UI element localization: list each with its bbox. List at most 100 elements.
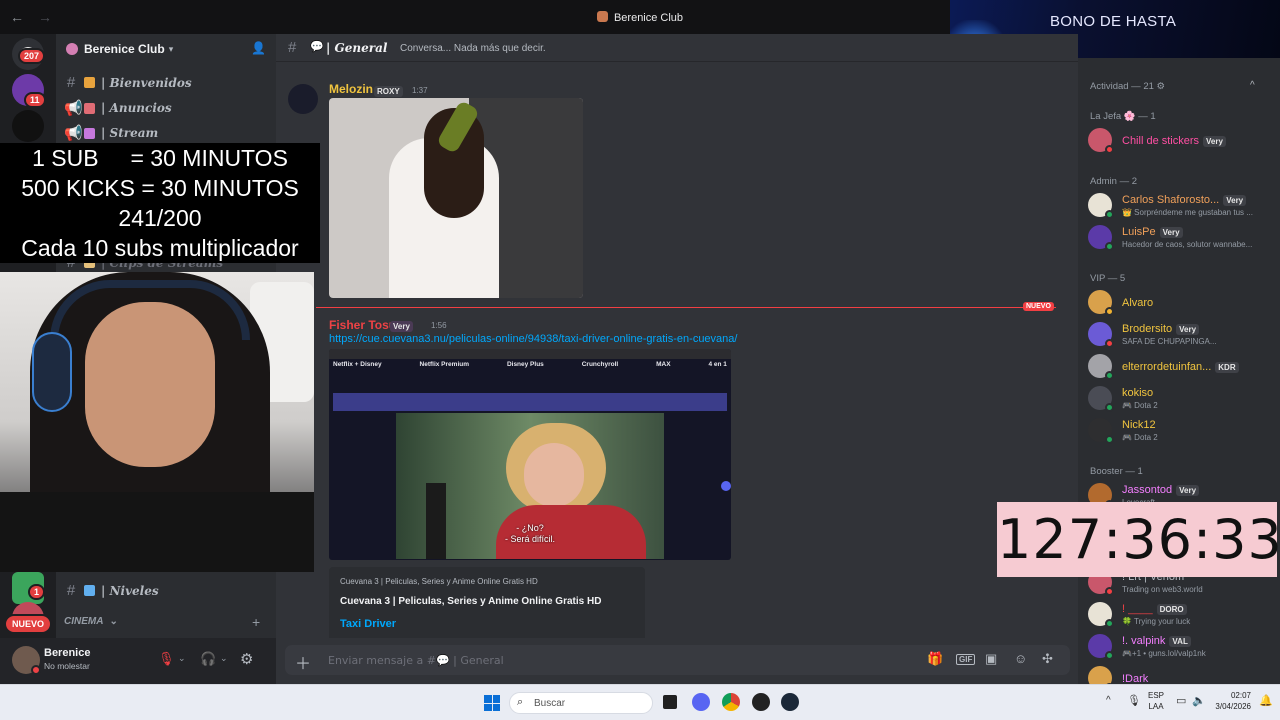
add-channel-icon[interactable]: + bbox=[252, 614, 260, 630]
category-cinema[interactable]: CINEMA ⌄ bbox=[64, 616, 118, 627]
gif-icon[interactable]: GIF bbox=[956, 654, 976, 665]
dnd-status-icon bbox=[31, 665, 41, 675]
video-tab: MAX bbox=[656, 361, 671, 368]
status-dot-icon bbox=[1105, 210, 1114, 219]
windows-start-icon[interactable] bbox=[484, 695, 500, 711]
clock[interactable]: 02:07 3/04/2026 bbox=[1213, 690, 1251, 712]
tray-chevron-icon[interactable]: ^ bbox=[1106, 695, 1111, 706]
channel-item[interactable]: # | Niveles bbox=[64, 582, 159, 599]
server-avatar-2[interactable] bbox=[12, 110, 44, 142]
channel-item[interactable]: # | Bienvenidos bbox=[64, 74, 192, 91]
add-member-icon[interactable]: 👤 bbox=[251, 41, 266, 55]
add-attachment-icon[interactable]: ＋ bbox=[295, 650, 311, 674]
obs-app-icon[interactable] bbox=[752, 693, 770, 711]
subtitle-line-2: - Será difícil. bbox=[504, 534, 555, 544]
member-item[interactable]: Alvaro bbox=[1088, 288, 1278, 318]
hash-icon: # bbox=[66, 74, 76, 91]
movie-frame: - ¿No? - Será difícil. bbox=[396, 413, 664, 559]
steam-app-icon[interactable] bbox=[781, 693, 799, 711]
link-preview-image[interactable]: Netflix + Disney Netflix Premium Disney Pl… bbox=[329, 349, 731, 560]
member-item[interactable]: LuisPe Very Hacedor de caos, solutor wanna… bbox=[1088, 223, 1278, 253]
embed-link[interactable]: Taxi Driver bbox=[340, 618, 396, 630]
scroll-indicator-icon bbox=[721, 481, 731, 491]
member-item[interactable]: Brodersito Very SAFA DE CHUPAPINGA... bbox=[1088, 320, 1278, 350]
message-input[interactable]: ＋ Enviar mensaje a #💬 | General 🎁 GIF ▣ … bbox=[285, 645, 1070, 675]
role-tag: ROXY bbox=[374, 83, 403, 97]
message-author[interactable]: Fisher Tosu bbox=[329, 318, 396, 332]
deafen-icon[interactable]: 🎧 bbox=[200, 651, 216, 667]
message-link[interactable]: https://cue.cuevana3.nu/peliculas-online… bbox=[329, 333, 737, 345]
member-activity: 🎮 Dota 2 bbox=[1122, 401, 1158, 410]
chevron-down-icon[interactable]: ⌄ bbox=[220, 653, 228, 664]
member-category: VIP — 5 bbox=[1090, 273, 1126, 284]
link-embed: Cuevana 3 | Peliculas, Series y Anime On… bbox=[329, 567, 645, 638]
taskbar-search[interactable]: ⌕ Buscar bbox=[509, 692, 653, 714]
member-tag: KDR bbox=[1215, 362, 1239, 373]
member-item[interactable]: !Dark bbox=[1088, 664, 1278, 684]
member-name: LuisPe bbox=[1122, 226, 1156, 238]
notification-icon[interactable]: 🔔 bbox=[1259, 694, 1273, 707]
apps-icon[interactable]: ✣ bbox=[1042, 651, 1053, 667]
message-author[interactable]: Melozin bbox=[329, 82, 373, 96]
member-item[interactable]: Nick12 🎮 Dota 2 bbox=[1088, 416, 1278, 446]
gear-icon[interactable]: ⚙ bbox=[1157, 81, 1166, 92]
member-name: Alvaro bbox=[1122, 297, 1154, 309]
member-category: Admin — 2 bbox=[1090, 176, 1137, 187]
status-dot-icon bbox=[1105, 145, 1114, 154]
clock-time: 02:07 bbox=[1230, 691, 1251, 700]
webcam-overlay bbox=[0, 272, 314, 572]
member-name: Carlos Shaforosto... bbox=[1122, 194, 1220, 206]
member-item[interactable]: ! ____ DORO 🍀 Trying your luck bbox=[1088, 600, 1278, 630]
status-dot-icon bbox=[1105, 371, 1114, 380]
taskbar: ⌕ Buscar ^ 🎙 ESP LAA ▭ 🔈 02:07 3/04/2026 🔔 bbox=[0, 684, 1280, 720]
chrome-app-icon[interactable] bbox=[722, 693, 740, 711]
status-dot-icon bbox=[1105, 619, 1114, 628]
dm-badge: 11 bbox=[24, 92, 46, 108]
server-header[interactable]: Berenice Club ▾ 👤 bbox=[56, 34, 276, 64]
sticker-icon[interactable]: ▣ bbox=[985, 651, 997, 667]
emoji-icon[interactable]: ☺ bbox=[1014, 651, 1027, 666]
avatar[interactable] bbox=[288, 84, 318, 114]
task-view-icon[interactable] bbox=[663, 695, 677, 709]
channel-item[interactable]: 📢 | Stream bbox=[64, 124, 158, 142]
new-badge[interactable]: NUEVO bbox=[4, 614, 53, 634]
member-tag: DORO bbox=[1156, 604, 1187, 615]
language-bar bbox=[333, 393, 727, 411]
video-tab: Crunchyroll bbox=[581, 361, 619, 368]
overlay-line-3: 241/200 bbox=[118, 205, 202, 231]
member-item[interactable]: Chill de stickers Very bbox=[1088, 126, 1278, 156]
gif-image[interactable] bbox=[329, 98, 583, 298]
hash-icon: # bbox=[288, 39, 297, 56]
overlay-line-2: 500 KICKS = 30 MINUTOS bbox=[21, 175, 299, 201]
mic-tray-icon[interactable]: 🎙 bbox=[1127, 694, 1141, 707]
settings-gear-icon[interactable]: ⚙ bbox=[240, 650, 253, 668]
discord-app-icon[interactable] bbox=[692, 693, 710, 711]
volume-icon[interactable]: 🔈 bbox=[1192, 694, 1206, 707]
member-item[interactable]: !. valpink VAL 🎮+1 • guns.lol/valp1nk bbox=[1088, 632, 1278, 662]
chat-header: # 💬 | General Conversa... Nada más que d… bbox=[276, 34, 1078, 62]
member-name: Jassontod bbox=[1122, 484, 1173, 496]
role-tag-label: Very bbox=[390, 321, 413, 332]
gift-icon[interactable]: 🎁 bbox=[927, 651, 943, 667]
role-tag: Very bbox=[390, 318, 413, 332]
language-indicator[interactable]: ESP LAA bbox=[1148, 690, 1164, 712]
channel-title: | General bbox=[326, 41, 388, 55]
member-item[interactable]: elterrordetuinfan... KDR bbox=[1088, 352, 1278, 382]
member-tag: Very bbox=[1223, 195, 1247, 206]
member-activity: SAFA DE CHUPAPINGA... bbox=[1122, 337, 1217, 346]
timestamp: 1:56 bbox=[431, 321, 447, 330]
channel-item[interactable]: 📢 | Anuncios bbox=[64, 99, 172, 117]
member-activity: 🎮+1 • guns.lol/valp1nk bbox=[1122, 649, 1206, 658]
network-icon[interactable]: ▭ bbox=[1176, 694, 1186, 707]
chevron-down-icon: ▾ bbox=[168, 43, 174, 54]
member-item[interactable]: kokiso 🎮 Dota 2 bbox=[1088, 384, 1278, 414]
member-item[interactable]: Carlos Shaforosto... Very 👑 Sorpréndeme me… bbox=[1088, 191, 1278, 221]
mute-icon[interactable]: 🎙 bbox=[158, 651, 175, 667]
member-name: Nick12 bbox=[1122, 419, 1156, 431]
status-dot-icon bbox=[1105, 403, 1114, 412]
timestamp: 1:37 bbox=[412, 86, 428, 95]
chevron-down-icon[interactable]: ⌄ bbox=[178, 653, 186, 664]
member-name: kokiso bbox=[1122, 387, 1154, 399]
member-category: Booster — 1 bbox=[1090, 466, 1143, 477]
chevron-up-icon[interactable]: ^ bbox=[1250, 80, 1255, 91]
